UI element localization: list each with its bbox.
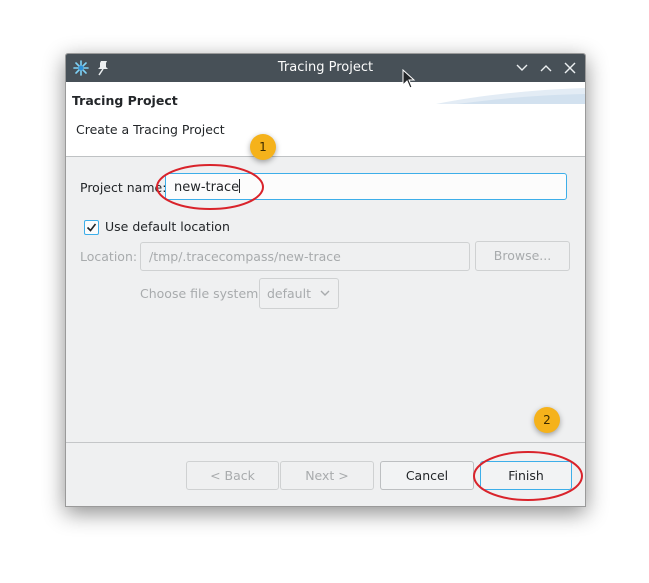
project-name-input[interactable]: new-trace	[165, 173, 567, 200]
maximize-icon[interactable]	[539, 61, 553, 75]
project-name-value: new-trace	[174, 180, 240, 195]
window-title: Tracing Project	[277, 60, 374, 75]
location-input: /tmp/.tracecompass/new-trace	[140, 242, 470, 271]
window-titlebar[interactable]: Tracing Project	[66, 54, 585, 82]
next-button: Next >	[280, 461, 374, 490]
step-badge-1: 1	[250, 134, 276, 160]
wizard-header-banner: Tracing Project Create a Tracing Project	[66, 82, 585, 157]
finish-button[interactable]: Finish	[480, 461, 572, 490]
location-value: /tmp/.tracecompass/new-trace	[149, 249, 341, 264]
wizard-page-title: Tracing Project	[72, 93, 178, 108]
file-system-value: default	[267, 286, 311, 301]
step-badge-2: 2	[534, 407, 560, 433]
mouse-cursor-icon	[402, 69, 416, 89]
browse-button: Browse...	[475, 241, 570, 271]
use-default-location-checkbox[interactable]	[84, 220, 99, 235]
location-label: Location:	[80, 249, 138, 264]
file-system-label: Choose file system:	[140, 286, 263, 301]
tracing-project-dialog: Tracing Project Tracing Project Create a…	[65, 53, 586, 507]
checkmark-icon	[86, 223, 97, 232]
project-name-label: Project name:	[80, 180, 167, 195]
file-system-select: default	[259, 278, 339, 309]
use-default-location-label: Use default location	[105, 219, 230, 234]
close-icon[interactable]	[563, 61, 577, 75]
wizard-page-description: Create a Tracing Project	[76, 122, 225, 137]
minimize-icon[interactable]	[515, 61, 529, 75]
cancel-button[interactable]: Cancel	[380, 461, 474, 490]
chevron-down-icon	[320, 290, 330, 296]
text-caret	[239, 179, 241, 193]
back-button: < Back	[186, 461, 279, 490]
button-bar-separator	[66, 442, 585, 443]
banner-decoration	[436, 88, 585, 104]
